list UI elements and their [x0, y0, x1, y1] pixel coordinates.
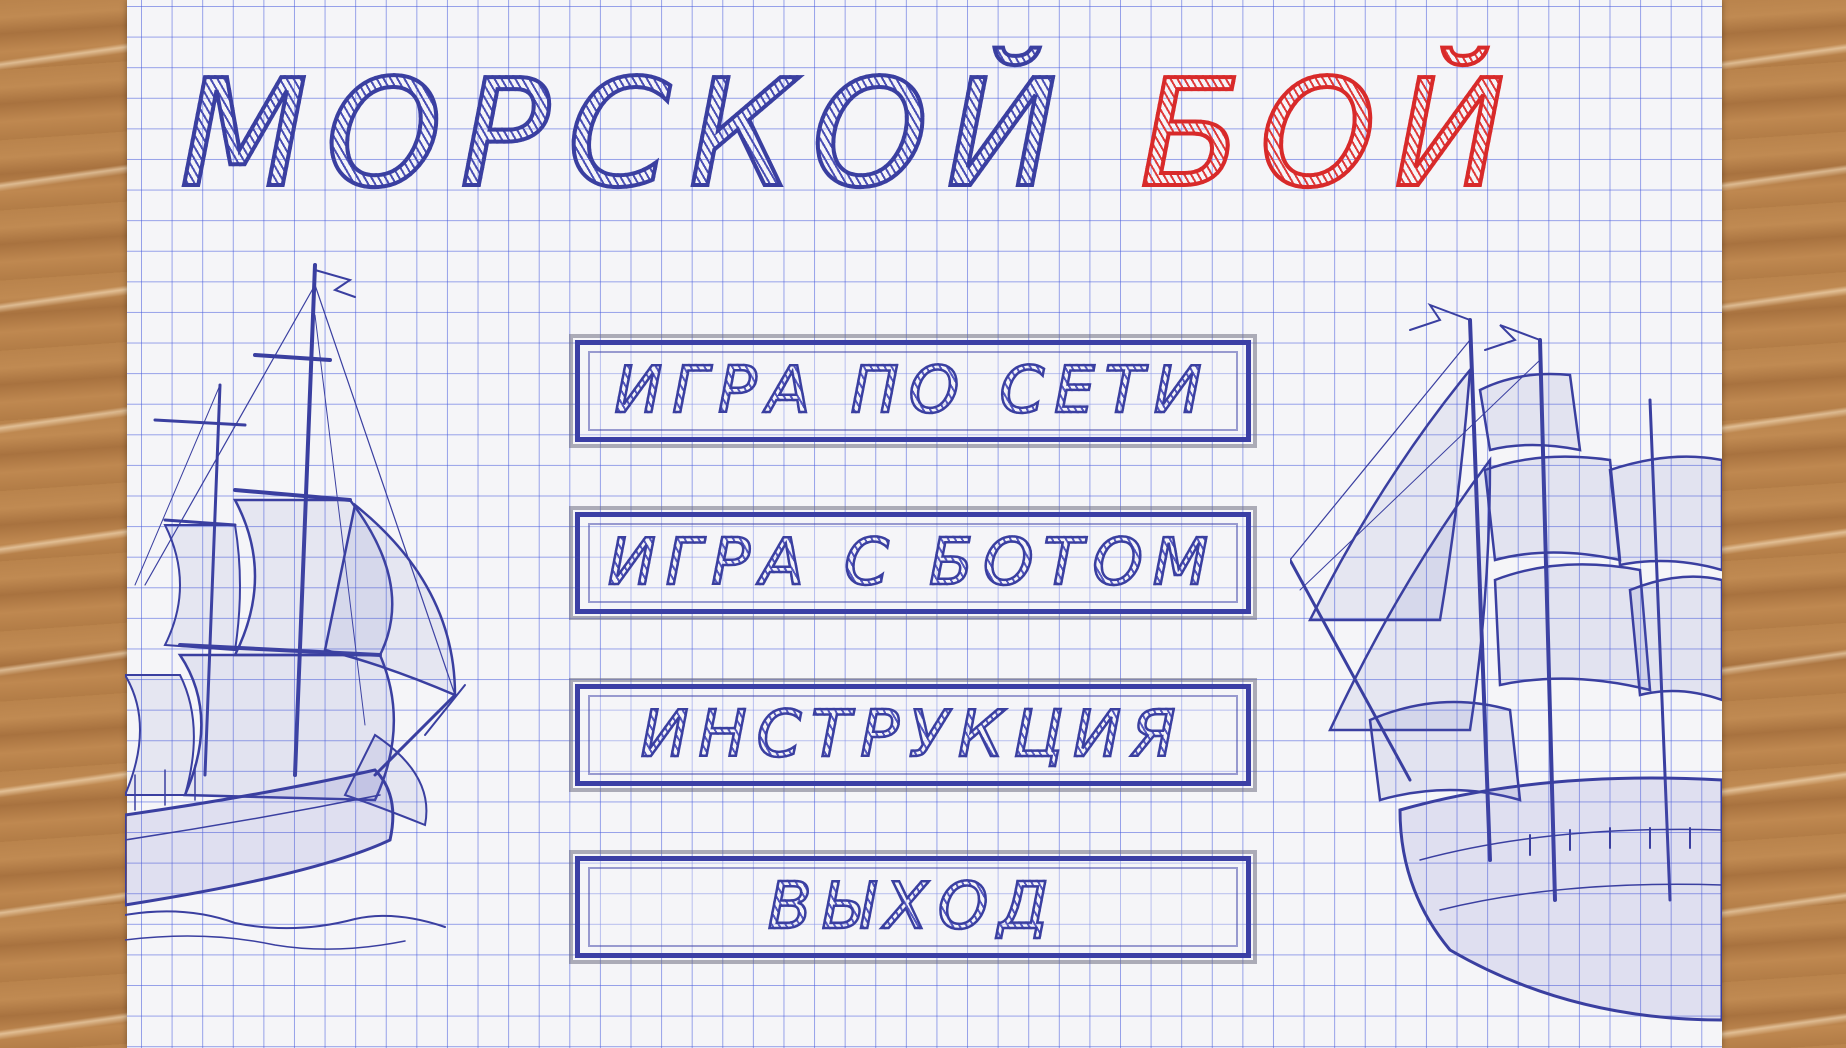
game-main-menu: МОРСКОЙ БОЙ ИГРА ПО СЕТИ ИГРА С БОТОМ ИН… — [0, 0, 1846, 1048]
play-online-label: ИГРА ПО СЕТИ — [613, 353, 1212, 430]
main-menu: ИГРА ПО СЕТИ ИГРА С БОТОМ ИНСТРУКЦИЯ ВЫХ… — [440, 334, 1260, 1028]
right-ship-sketch — [1290, 302, 1722, 1022]
instructions-button[interactable]: ИНСТРУКЦИЯ — [569, 678, 1257, 792]
exit-button[interactable]: ВЫХОД — [569, 850, 1257, 964]
exit-label: ВЫХОД — [767, 869, 1059, 946]
wood-table-right — [1722, 0, 1846, 1048]
instructions-label: ИНСТРУКЦИЯ — [639, 697, 1186, 774]
play-vs-bot-button[interactable]: ИГРА С БОТОМ — [569, 506, 1257, 620]
play-vs-bot-label: ИГРА С БОТОМ — [607, 525, 1219, 602]
title-word-sea: МОРСКОЙ — [178, 48, 1076, 220]
title-word-battle: БОЙ — [1138, 48, 1523, 220]
wood-table-left — [0, 0, 127, 1048]
play-online-button[interactable]: ИГРА ПО СЕТИ — [569, 334, 1257, 448]
game-title: МОРСКОЙ БОЙ — [178, 58, 1507, 210]
